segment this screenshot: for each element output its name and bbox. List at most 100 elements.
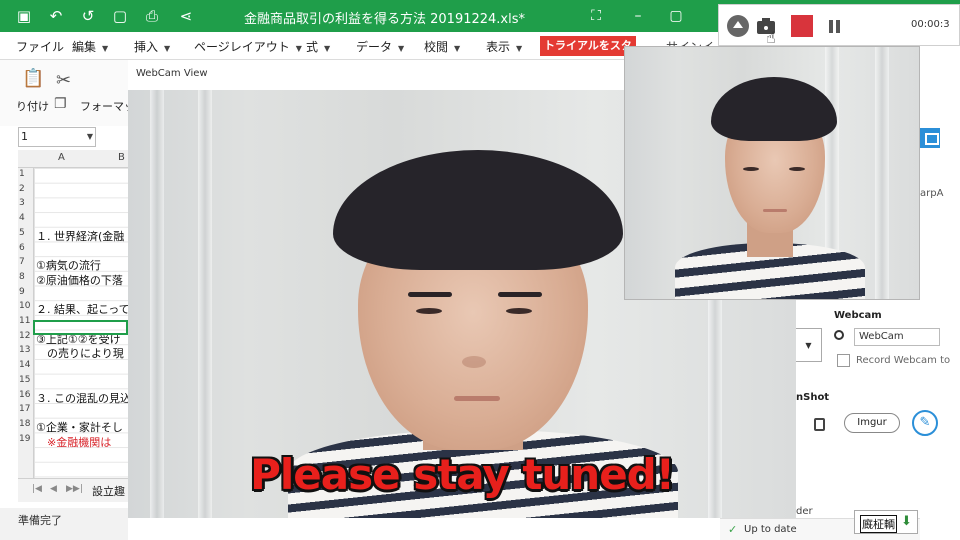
- menu-item-label: 編集: [72, 40, 97, 54]
- eye: [416, 308, 442, 314]
- chevron-down-icon: ▼: [102, 44, 109, 53]
- copy-icon[interactable]: ❐: [54, 96, 67, 112]
- row-number[interactable]: 11: [19, 316, 30, 326]
- share-icon[interactable]: ⋖: [176, 6, 196, 26]
- maximize-button[interactable]: ▢: [666, 6, 686, 26]
- minimize-button[interactable]: –: [628, 6, 648, 26]
- clipboard-icon[interactable]: [814, 418, 825, 431]
- column-header-cell[interactable]: B: [118, 152, 125, 163]
- collapse-icon[interactable]: [727, 15, 749, 37]
- webcam-device-select[interactable]: WebCam: [854, 328, 940, 346]
- undo-icon[interactable]: ↶: [46, 6, 66, 26]
- webcam-section-title: Webcam: [834, 310, 882, 321]
- fullscreen-icon[interactable]: ⛶: [586, 6, 606, 26]
- stop-recording-button[interactable]: [791, 15, 813, 37]
- menu-item-label: ファイル: [16, 40, 65, 54]
- chevron-down-icon: ▼: [516, 44, 523, 53]
- menu-item[interactable]: 式 ▼: [306, 38, 330, 55]
- column-header: AB: [18, 150, 128, 168]
- menu-item[interactable]: データ ▼: [356, 38, 404, 55]
- row-number[interactable]: 3: [19, 198, 25, 208]
- side-label: arpA: [920, 188, 944, 199]
- row-number[interactable]: 12: [19, 331, 30, 341]
- row-headers: 1 2 3 4 5 6 7 8 9 10 11 12 13 14 15 16 17 18 19: [18, 168, 34, 478]
- row-number[interactable]: 13: [19, 345, 30, 355]
- menu-item[interactable]: 校閲 ▼: [424, 38, 460, 55]
- imgur-button[interactable]: Imgur: [844, 413, 900, 433]
- menu-item[interactable]: ファイル: [16, 38, 64, 55]
- row-number[interactable]: 4: [19, 213, 25, 223]
- sheet-tab-bar: |◀ ◀ ▶▶| 設立趣: [18, 478, 128, 502]
- table-cell[interactable]: １. 世界経済(金融: [36, 228, 124, 244]
- print-icon[interactable]: ⎙: [142, 6, 162, 26]
- first-sheet-icon[interactable]: |◀: [32, 484, 42, 494]
- menu-item-label: データ: [356, 40, 393, 54]
- pause-button[interactable]: [823, 15, 845, 37]
- row-number[interactable]: 18: [19, 419, 30, 429]
- chevron-down-icon: ▼: [398, 44, 405, 53]
- chevron-down-icon[interactable]: ▼: [87, 128, 93, 146]
- ime-text: 廐柾輌: [860, 515, 897, 533]
- menu-item[interactable]: 表示 ▼: [486, 38, 522, 55]
- menu-item[interactable]: 挿入 ▼: [134, 38, 170, 55]
- column-header-cell[interactable]: A: [58, 152, 65, 163]
- mouth: [763, 209, 787, 212]
- table-cell[interactable]: ②原油価格の下落: [36, 272, 123, 288]
- brow: [498, 292, 542, 297]
- eye: [743, 167, 759, 171]
- eye: [789, 167, 805, 171]
- menu-item-label: ページレイアウト: [194, 40, 290, 54]
- row-number[interactable]: 6: [19, 243, 25, 253]
- new-file-icon[interactable]: ▢: [110, 6, 130, 26]
- start-trial-button[interactable]: トライアルをスタート: [540, 36, 636, 72]
- checkmark-icon: ✓: [728, 523, 738, 536]
- pin-icon[interactable]: [834, 330, 844, 340]
- row-number[interactable]: 8: [19, 272, 25, 282]
- table-cell[interactable]: ①病気の流行: [36, 257, 101, 273]
- record-webcam-checkbox[interactable]: [837, 354, 850, 367]
- chevron-down-icon: ▼: [295, 44, 302, 53]
- redo-icon[interactable]: ↺: [78, 6, 98, 26]
- nose: [462, 356, 486, 368]
- table-cell[interactable]: の売りにより現: [36, 345, 124, 361]
- cut-icon[interactable]: ✂: [56, 70, 71, 91]
- row-number[interactable]: 2: [19, 184, 25, 194]
- menu-item[interactable]: 編集 ▼: [72, 38, 108, 55]
- menu-item-label: 挿入: [134, 40, 159, 54]
- recording-time: 00:00:3: [911, 19, 950, 30]
- menu-item-label: 校閲: [424, 40, 449, 54]
- screen-icon[interactable]: [920, 128, 940, 148]
- row-number[interactable]: 7: [19, 257, 25, 267]
- row-number[interactable]: 15: [19, 375, 30, 385]
- table-cell[interactable]: ３. この混乱の見込: [36, 390, 128, 406]
- row-number[interactable]: 17: [19, 404, 30, 414]
- order-label: der: [796, 506, 813, 517]
- row-number[interactable]: 14: [19, 360, 30, 370]
- row-number[interactable]: 1: [19, 169, 25, 179]
- table-cell[interactable]: ※金融機関は: [36, 434, 111, 450]
- ime-indicator[interactable]: 廐柾輌 ⬇: [854, 510, 918, 534]
- chevron-down-icon[interactable]: ▼: [796, 328, 822, 362]
- name-box[interactable]: 1 ▼: [18, 127, 96, 147]
- document-title: 金融商品取引の利益を得る方法 20191224.xls*: [244, 12, 526, 27]
- table-cell[interactable]: ２. 結果、起こって: [36, 301, 128, 317]
- row-number[interactable]: 9: [19, 287, 25, 297]
- update-status-text: Up to date: [744, 524, 797, 535]
- sheet-tab[interactable]: 設立趣: [92, 483, 125, 499]
- edit-pencil-icon[interactable]: ✎: [912, 410, 938, 436]
- row-number[interactable]: 16: [19, 390, 30, 400]
- record-webcam-label: Record Webcam to: [856, 355, 951, 366]
- chevron-down-icon: ▼: [164, 44, 171, 53]
- next-sheet-icon[interactable]: ▶▶|: [66, 484, 83, 494]
- save-icon[interactable]: ▣: [14, 6, 34, 26]
- row-number[interactable]: 5: [19, 228, 25, 238]
- ime-arrow-icon: ⬇: [901, 514, 912, 529]
- prev-sheet-icon[interactable]: ◀: [50, 484, 57, 494]
- row-number[interactable]: 10: [19, 301, 30, 311]
- row-number[interactable]: 19: [19, 434, 30, 444]
- chevron-down-icon: ▼: [454, 44, 461, 53]
- person: [665, 67, 875, 299]
- paste-icon[interactable]: 📋: [22, 68, 44, 89]
- menu-item[interactable]: ページレイアウト ▼: [194, 38, 302, 55]
- table-cell[interactable]: ①企業・家計そし: [36, 419, 123, 435]
